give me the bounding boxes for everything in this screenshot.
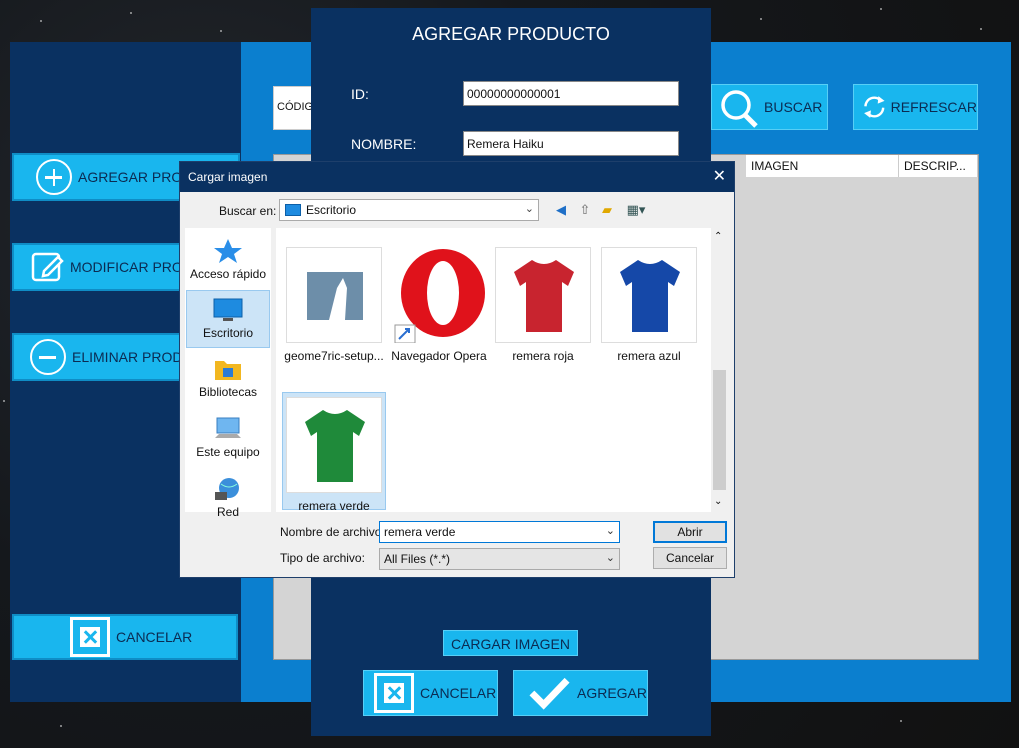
id-label: ID: [351, 86, 369, 102]
agregar-label: AGREGAR [576, 685, 647, 701]
close-icon [70, 617, 110, 657]
filename-input[interactable]: remera verde ⌄ [379, 521, 620, 543]
chevron-down-icon: ⌄ [605, 552, 615, 564]
file-item-geome7ric[interactable]: geome7ric-setup... [282, 243, 386, 363]
desktop-icon [213, 297, 243, 323]
opera-icon [391, 247, 487, 343]
filename-label: Nombre de archivo: [280, 525, 385, 539]
place-red[interactable]: Red [186, 470, 270, 528]
id-field[interactable]: 00000000000001 [463, 81, 679, 106]
chevron-down-icon: ⌄ [524, 203, 534, 215]
plus-circle-icon [36, 159, 72, 195]
edit-icon [31, 252, 64, 282]
scroll-down-icon[interactable]: ⌄ [714, 496, 722, 507]
search-code-label: CÓDIG [277, 101, 314, 113]
folder-icon [213, 356, 243, 382]
cargar-imagen-button[interactable]: CARGAR IMAGEN [443, 630, 578, 656]
place-label: Este equipo [196, 445, 260, 459]
close-icon[interactable]: ✕ [713, 166, 726, 186]
look-in-value: Escritorio [306, 203, 357, 217]
file-dialog-title: Cargar imagen [188, 170, 268, 184]
file-name: remera roja [512, 349, 574, 363]
file-item-remera-verde[interactable]: remera verde [282, 392, 386, 513]
checkmark-icon [529, 677, 570, 710]
dialog-cancel-button[interactable]: CANCELAR [363, 670, 498, 716]
file-cancel-button[interactable]: Cancelar [653, 547, 727, 569]
column-header-imagen[interactable]: IMAGEN [746, 155, 899, 177]
file-item-remera-azul[interactable]: remera azul [597, 243, 701, 363]
file-name: remera verde [298, 499, 370, 513]
file-item-opera[interactable]: Navegador Opera [387, 243, 491, 363]
main-cancel-button[interactable]: CANCELAR [12, 614, 238, 660]
minus-circle-icon [30, 339, 66, 375]
file-item-remera-roja[interactable]: remera roja [491, 243, 595, 363]
place-este-equipo[interactable]: Este equipo [186, 410, 270, 468]
tshirt-green-image [286, 397, 382, 493]
main-cancel-label: CANCELAR [116, 629, 193, 645]
buscar-button[interactable]: BUSCAR [711, 84, 828, 130]
search-icon [721, 90, 758, 128]
filetype-value: All Files (*.*) [384, 552, 451, 566]
column-header-descripcion[interactable]: DESCRIP... [899, 155, 978, 177]
place-escritorio[interactable]: Escritorio [186, 290, 270, 348]
scroll-up-icon[interactable]: ⌃ [714, 231, 722, 242]
eliminar-producto-label: ELIMINAR PROD [72, 349, 183, 365]
network-icon [213, 476, 243, 502]
close-icon [374, 673, 414, 713]
agregar-producto-label: AGREGAR PROD [78, 169, 193, 185]
dialog-title: AGREGAR PRODUCTO [412, 24, 610, 44]
look-in-label: Buscar en: [219, 204, 277, 218]
file-dialog-titlebar: Cargar imagen ✕ [180, 162, 734, 192]
table-header: IMAGEN DESCRIP... [746, 155, 978, 177]
star-icon [213, 238, 243, 264]
vertical-scrollbar[interactable]: ⌃ ⌄ [711, 228, 728, 512]
open-button[interactable]: Abrir [653, 521, 727, 543]
place-label: Bibliotecas [198, 385, 258, 399]
computer-icon [213, 416, 243, 442]
place-acceso-rapido[interactable]: Acceso rápido [186, 232, 270, 290]
filetype-dropdown[interactable]: All Files (*.*) ⌄ [379, 548, 620, 570]
buscar-label: BUSCAR [764, 99, 823, 115]
tshirt-blue-image [601, 247, 697, 343]
modificar-producto-label: MODIFICAR PRO [70, 259, 183, 275]
new-folder-icon[interactable]: ▰ [599, 202, 615, 218]
nombre-field[interactable]: Remera Haiku [463, 131, 679, 156]
refrescar-button[interactable]: REFRESCAR [853, 84, 978, 130]
file-thumbnail [286, 247, 382, 343]
file-name: Navegador Opera [391, 349, 487, 363]
desktop-icon [285, 204, 301, 216]
up-folder-icon[interactable]: ⇧ [577, 202, 593, 218]
place-bibliotecas[interactable]: Bibliotecas [186, 350, 270, 408]
look-in-dropdown[interactable]: Escritorio ⌄ [279, 199, 539, 221]
filename-value: remera verde [384, 525, 456, 539]
back-icon[interactable]: ◀ [553, 202, 569, 218]
refrescar-label: REFRESCAR [890, 99, 977, 115]
place-label: Red [216, 505, 239, 519]
refresh-icon [864, 96, 885, 118]
nombre-label: NOMBRE: [351, 136, 417, 152]
place-label: Acceso rápido [189, 267, 267, 281]
agregar-button[interactable]: AGREGAR [513, 670, 648, 716]
view-menu-icon[interactable]: ▦▾ [624, 202, 648, 218]
scrollbar-thumb[interactable] [713, 370, 726, 490]
chevron-down-icon[interactable]: ⌄ [606, 524, 615, 537]
filetype-label: Tipo de archivo: [280, 551, 365, 565]
tshirt-red-image [495, 247, 591, 343]
dialog-cancel-label: CANCELAR [420, 685, 497, 701]
file-name: remera azul [617, 349, 681, 363]
place-label: Escritorio [202, 326, 253, 340]
file-name: geome7ric-setup... [284, 349, 384, 363]
